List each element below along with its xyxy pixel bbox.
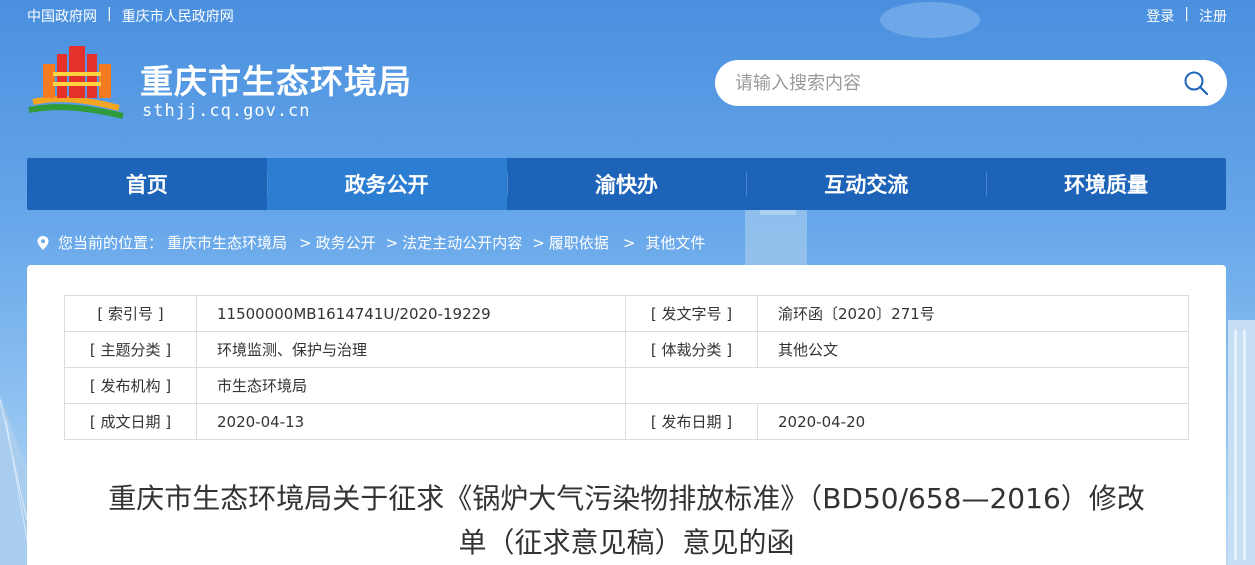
nav-item-home[interactable]: 首页 — [27, 158, 267, 210]
top-bar: 中国政府网 | 重庆市人民政府网 登录 | 注册 — [0, 0, 1255, 30]
meta-value-index: 11500000MB1614741U/2020-19229 — [196, 295, 626, 332]
meta-key-published: [ 发布日期 ] — [625, 403, 758, 440]
search-input[interactable] — [735, 70, 1165, 96]
meta-key-genre: [ 体裁分类 ] — [625, 331, 758, 368]
meta-value-docno: 渝环函〔2020〕271号 — [757, 295, 1189, 332]
breadcrumb-item[interactable]: 法定主动公开内容 — [402, 232, 522, 253]
top-links-right: 登录 | 注册 — [1146, 6, 1227, 26]
top-links-left: 中国政府网 | 重庆市人民政府网 — [27, 6, 234, 26]
meta-key-docno: [ 发文字号 ] — [625, 295, 758, 332]
meta-value-published: 2020-04-20 — [757, 403, 1189, 440]
search-box — [715, 60, 1227, 106]
site-domain: sthjj.cq.gov.cn — [142, 101, 311, 121]
main-nav: 首页 政务公开 渝快办 互动交流 环境质量 — [27, 158, 1226, 210]
content-panel: [ 索引号 ] 11500000MB1614741U/2020-19229 [ … — [27, 265, 1226, 565]
document-title: 重庆市生态环境局关于征求《锅炉大气污染物排放标准》（BD50/658—2016）… — [57, 477, 1196, 565]
breadcrumb-item-current[interactable]: 其他文件 — [645, 232, 705, 253]
meta-value-created: 2020-04-13 — [196, 403, 626, 440]
breadcrumb-item[interactable]: 履职依据 — [549, 232, 609, 253]
breadcrumb-item[interactable]: 政务公开 — [316, 232, 376, 253]
register-link[interactable]: 注册 — [1199, 6, 1227, 26]
meta-key-org: [ 发布机构 ] — [64, 367, 197, 404]
location-pin-icon — [37, 235, 49, 250]
nav-item-env-quality[interactable]: 环境质量 — [986, 158, 1226, 210]
table-row: [ 主题分类 ] 环境监测、保护与治理 [ 体裁分类 ] 其他公文 — [64, 331, 1189, 368]
nav-item-gov-affairs[interactable]: 政务公开 — [266, 158, 507, 210]
meta-key-index: [ 索引号 ] — [64, 295, 197, 332]
meta-key-created: [ 成文日期 ] — [64, 403, 197, 440]
breadcrumb: 您当前的位置： 重庆市生态环境局 > 政务公开 > 法定主动公开内容 > 履职依… — [36, 232, 705, 253]
breadcrumb-prefix: 您当前的位置： — [58, 234, 164, 252]
top-separator: | — [1184, 6, 1189, 22]
link-gov-cn[interactable]: 中国政府网 — [27, 6, 97, 26]
breadcrumb-separator: > — [299, 233, 312, 252]
search-icon[interactable] — [1183, 70, 1209, 96]
meta-empty-cell — [625, 367, 1189, 404]
nav-item-yukuaiban[interactable]: 渝快办 — [506, 158, 747, 210]
meta-value-org: 市生态环境局 — [196, 367, 626, 404]
document-meta-table: [ 索引号 ] 11500000MB1614741U/2020-19229 [ … — [64, 295, 1189, 440]
site-title[interactable]: 重庆市生态环境局 — [140, 55, 412, 103]
nav-item-interaction[interactable]: 互动交流 — [746, 158, 986, 210]
meta-key-topic: [ 主题分类 ] — [64, 331, 197, 368]
document-title-line: 单（征求意见稿）意见的函 — [458, 526, 795, 559]
breadcrumb-separator: > — [385, 233, 399, 252]
document-title-line: 重庆市生态环境局关于征求《锅炉大气污染物排放标准》（BD50/658—2016）… — [108, 482, 1145, 515]
meta-value-genre: 其他公文 — [757, 331, 1189, 368]
table-row: [ 成文日期 ] 2020-04-13 [ 发布日期 ] 2020-04-20 — [64, 403, 1189, 440]
breadcrumb-separator: > — [532, 233, 545, 252]
top-separator: | — [107, 6, 112, 22]
breadcrumb-separator: > — [622, 233, 636, 252]
meta-value-topic: 环境监测、保护与治理 — [196, 331, 626, 368]
login-link[interactable]: 登录 — [1146, 6, 1174, 26]
link-cq-gov[interactable]: 重庆市人民政府网 — [122, 6, 234, 26]
site-logo-icon[interactable] — [27, 44, 137, 124]
table-row: [ 发布机构 ] 市生态环境局 — [64, 367, 1189, 404]
breadcrumb-item[interactable]: 重庆市生态环境局 — [167, 232, 287, 253]
table-row: [ 索引号 ] 11500000MB1614741U/2020-19229 [ … — [64, 295, 1189, 332]
